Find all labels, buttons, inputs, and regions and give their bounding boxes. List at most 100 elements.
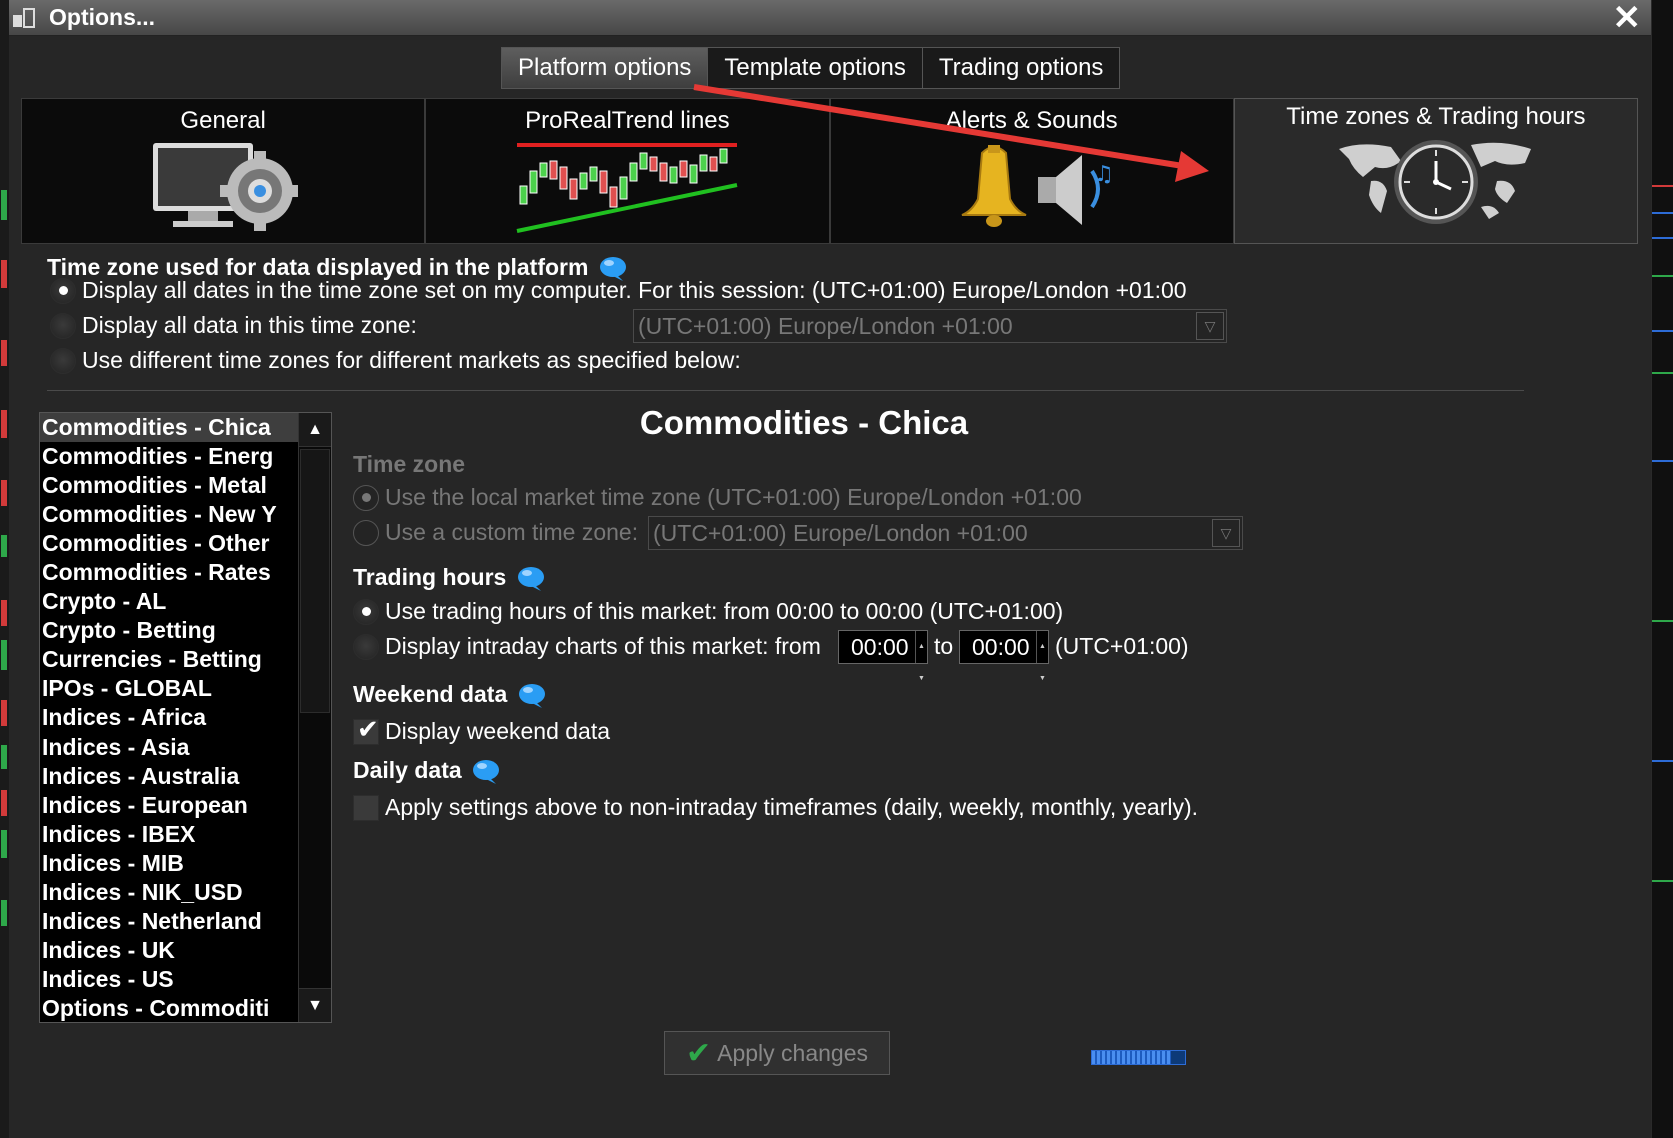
intraday-tz-suffix: (UTC+01:00) — [1055, 633, 1189, 659]
intraday-to-stepper[interactable]: 00:00 ▲ ▼ — [959, 630, 1049, 682]
chevron-down-icon[interactable]: ▽ — [1196, 312, 1224, 340]
apply-changes-label: Apply changes — [717, 1039, 869, 1066]
info-bubble-icon[interactable] — [472, 759, 500, 785]
tz-option-custom-label: Display all data in this time zone: — [82, 312, 417, 338]
market-list-item[interactable]: Indices - NIK_USD — [40, 878, 299, 907]
background-chart-strip-right — [1651, 0, 1673, 1138]
scroll-down-icon[interactable]: ▼ — [299, 988, 331, 1022]
market-list-item[interactable]: Commodities - Rates — [40, 558, 299, 587]
market-tz-custom-radio[interactable] — [353, 519, 379, 546]
market-list-item[interactable]: Indices - Asia — [40, 733, 299, 762]
tz-option-per-market[interactable]: Use different time zones for different m… — [50, 347, 741, 374]
market-list-item[interactable]: Indices - IBEX — [40, 820, 299, 849]
daily-data-label: Apply settings above to non-intraday tim… — [385, 794, 1199, 820]
weekend-data-checkbox[interactable] — [353, 714, 379, 745]
close-icon[interactable]: ✕ — [1613, 0, 1642, 38]
stepper-down-icon[interactable]: ▼ — [916, 663, 927, 695]
weekend-data-heading-text: Weekend data — [353, 681, 508, 707]
market-tz-custom-label: Use a custom time zone: — [385, 519, 639, 545]
info-bubble-icon[interactable] — [518, 683, 546, 709]
market-detail-title: Commodities - Chica — [639, 404, 969, 441]
category-label: Time zones & Trading hours — [1286, 103, 1586, 130]
tz-option-custom-radio[interactable] — [50, 312, 76, 339]
market-list-item[interactable]: Indices - MIB — [40, 849, 299, 878]
tz-option-per-market-radio[interactable] — [50, 347, 76, 374]
market-list-items: Commodities - Chica Commodities - Energ Co… — [40, 413, 331, 1022]
category-time-zones-trading-hours[interactable]: Time zones & Trading hours — [1233, 98, 1638, 244]
world-clock-icon — [1338, 140, 1531, 224]
time-zone-heading: Time zone — [353, 451, 466, 477]
tab-template-options[interactable]: Template options — [708, 48, 923, 88]
chevron-down-icon[interactable]: ▽ — [1212, 519, 1240, 547]
market-tz-local-option[interactable]: Use the local market time zone (UTC+01:0… — [353, 484, 1082, 511]
stepper-up-icon[interactable]: ▲ — [916, 631, 927, 663]
market-list-item[interactable]: Indices - US — [40, 965, 299, 994]
trading-hours-intraday-radio[interactable] — [353, 633, 379, 660]
market-list-item[interactable]: Commodities - Other — [40, 529, 299, 558]
market-list-item[interactable]: Options - Commoditi — [40, 994, 299, 1022]
tab-trading-options[interactable]: Trading options — [922, 48, 1120, 88]
weekend-data-option[interactable]: Display weekend data — [353, 714, 611, 745]
market-list-item[interactable]: Indices - Netherland — [40, 907, 299, 936]
market-list-scrollbar[interactable]: ▲ ▼ — [298, 413, 331, 1022]
trading-hours-market-option[interactable]: Use trading hours of this market: from 0… — [353, 598, 1063, 625]
tz-custom-select-value: (UTC+01:00) Europe/London +01:00 — [638, 313, 1013, 339]
progress-bar-fill — [1092, 1051, 1172, 1064]
tz-option-custom[interactable]: Display all data in this time zone: — [50, 312, 417, 339]
tz-option-per-market-label: Use different time zones for different m… — [82, 347, 741, 373]
market-list-item[interactable]: Commodities - Energ — [40, 442, 299, 471]
weekend-data-heading: Weekend data — [353, 681, 546, 709]
category-prorealtrend-lines[interactable]: ProRealTrend lines — [425, 98, 830, 244]
trading-hours-market-radio[interactable] — [353, 598, 379, 625]
market-tz-local-radio[interactable] — [353, 484, 379, 511]
stepper-down-icon[interactable]: ▼ — [1037, 663, 1048, 695]
weekend-data-label: Display weekend data — [385, 718, 611, 744]
checkmark-icon: ✔ — [685, 1036, 712, 1070]
stepper-up-icon[interactable]: ▲ — [1037, 631, 1048, 663]
trading-hours-heading: Trading hours — [353, 564, 545, 592]
market-list-item[interactable]: IPOs - GLOBAL — [40, 674, 299, 703]
window-title: Options... — [49, 4, 156, 30]
intraday-from-value: 00:00 — [851, 634, 909, 660]
daily-data-heading: Daily data — [353, 757, 500, 785]
market-list-item[interactable]: Crypto - AL — [40, 587, 299, 616]
background-chart-strip-left — [0, 0, 9, 1138]
tab-platform-options[interactable]: Platform options — [502, 48, 709, 88]
market-tz-custom-option[interactable]: Use a custom time zone: — [353, 519, 638, 546]
window-titlebar[interactable]: Options... ✕ — [9, 0, 1651, 38]
to-label: to — [934, 633, 954, 659]
market-list-item[interactable]: Indices - Australia — [40, 762, 299, 791]
top-tab-bar: Platform options Template options Tradin… — [501, 47, 1121, 89]
tz-option-computer-label: Display all dates in the time zone set o… — [82, 277, 1187, 303]
intraday-from-stepper[interactable]: 00:00 ▲ ▼ — [838, 630, 928, 682]
daily-data-option[interactable]: Apply settings above to non-intraday tim… — [353, 794, 1198, 821]
apply-changes-button[interactable]: ✔ Apply changes — [664, 1031, 890, 1075]
trading-hours-heading-text: Trading hours — [353, 564, 507, 590]
monitor-gear-icon — [153, 143, 299, 231]
market-list-item[interactable]: Crypto - Betting — [40, 616, 299, 645]
candlestick-trend-icon — [516, 143, 738, 233]
market-list-item[interactable]: Currencies - Betting — [40, 645, 299, 674]
market-list-item[interactable]: Commodities - New Y — [40, 500, 299, 529]
market-list-item[interactable]: Indices - European — [40, 791, 299, 820]
market-list[interactable]: Commodities - Chica Commodities - Energ Co… — [39, 412, 332, 1023]
market-list-item[interactable]: Commodities - Chica — [40, 413, 299, 443]
info-bubble-icon[interactable] — [517, 566, 545, 592]
market-list-item[interactable]: Indices - Africa — [40, 703, 299, 732]
scroll-up-icon[interactable]: ▲ — [299, 413, 331, 447]
market-list-item[interactable]: Indices - UK — [40, 936, 299, 965]
category-alerts-sounds[interactable]: Alerts & Sounds ♫ — [829, 98, 1234, 244]
trading-hours-intraday-option[interactable]: Display intraday charts of this market: … — [353, 633, 821, 660]
category-tiles: General ProRealTrend lines Alerts & Soun… — [21, 98, 1638, 244]
tz-option-computer[interactable]: Display all dates in the time zone set o… — [50, 277, 1187, 304]
daily-data-checkbox[interactable] — [353, 794, 379, 821]
market-list-item[interactable]: Commodities - Metal — [40, 471, 299, 500]
app-icon — [13, 8, 35, 28]
category-general[interactable]: General — [21, 98, 426, 244]
category-label: Alerts & Sounds — [945, 107, 1118, 134]
market-tz-custom-select[interactable]: (UTC+01:00) Europe/London +01:00 ▽ — [648, 516, 1243, 550]
tz-option-computer-radio[interactable] — [50, 277, 76, 304]
tz-custom-select[interactable]: (UTC+01:00) Europe/London +01:00 ▽ — [633, 309, 1227, 343]
scrollbar-thumb[interactable] — [300, 449, 330, 713]
trading-hours-intraday-label: Display intraday charts of this market: … — [385, 633, 821, 659]
